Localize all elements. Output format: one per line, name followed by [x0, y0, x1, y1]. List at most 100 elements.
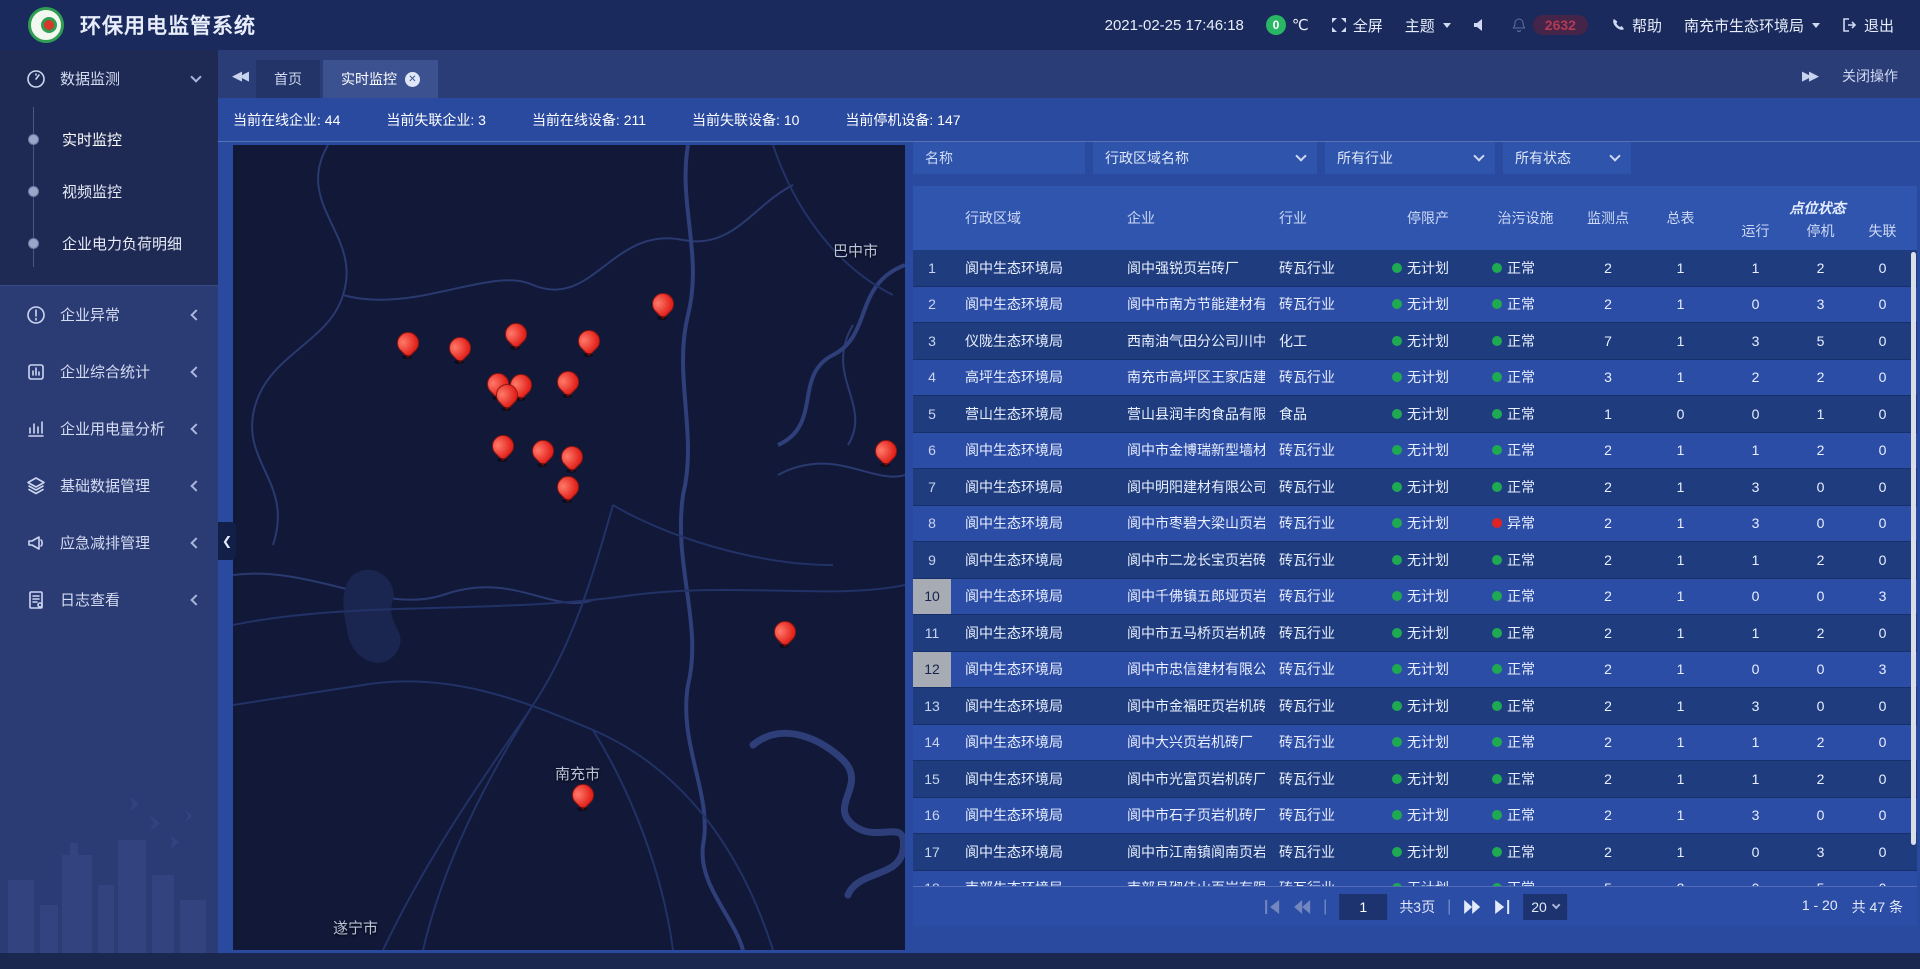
- sidebar-collapse-handle[interactable]: ❮: [218, 522, 236, 560]
- cell: 3: [1793, 834, 1848, 870]
- status-dot-icon: [1392, 263, 1402, 273]
- map-marker-pin[interactable]: [556, 475, 578, 505]
- status-label: 正常: [1507, 550, 1535, 570]
- sidebar-item-3[interactable]: 企业用电量分析: [0, 400, 218, 457]
- table-row[interactable]: 17阆中生态环境局阆中市江南镇阆南页岩砖瓦行业无计划正常21030: [913, 834, 1917, 871]
- cell: 砖瓦行业: [1265, 652, 1378, 688]
- first-page-button[interactable]: [1263, 899, 1281, 915]
- cell: 1: [1573, 396, 1643, 432]
- next-page-button[interactable]: [1463, 899, 1481, 915]
- map-panel[interactable]: 巴中市南充市遂宁市: [233, 145, 905, 950]
- map-marker-pin[interactable]: [495, 383, 517, 413]
- table-rows: 1阆中生态环境局阆中强锐页岩砖厂砖瓦行业无计划正常211202阆中生态环境局阆中…: [913, 250, 1917, 886]
- map-marker-pin[interactable]: [651, 292, 673, 322]
- table-row[interactable]: 5营山生态环境局营山县润丰肉食品有限食品无计划正常10010: [913, 396, 1917, 433]
- cell: 阆中生态环境局: [951, 250, 1113, 286]
- cell: 阆中生态环境局: [951, 287, 1113, 323]
- sidebar-subitem-0[interactable]: 实时监控: [0, 113, 218, 165]
- logout-button[interactable]: 退出: [1842, 15, 1894, 36]
- status-dot-icon: [1392, 555, 1402, 565]
- stop-status: 无计划: [1378, 615, 1478, 651]
- region-filter-select[interactable]: 行政区域名称: [1093, 142, 1317, 174]
- map-marker-pin[interactable]: [773, 620, 795, 650]
- cell: 砖瓦行业: [1265, 725, 1378, 761]
- cell: 2: [1573, 433, 1643, 469]
- map-marker-pin[interactable]: [571, 783, 593, 813]
- cell: 3: [1718, 798, 1793, 834]
- table-row[interactable]: 11阆中生态环境局阆中市五马桥页岩机砖砖瓦行业无计划正常21120: [913, 615, 1917, 652]
- table-row[interactable]: 1阆中生态环境局阆中强锐页岩砖厂砖瓦行业无计划正常21120: [913, 250, 1917, 287]
- status-filter-select[interactable]: 所有状态: [1503, 142, 1631, 174]
- cell: 2: [1573, 542, 1643, 578]
- table-row[interactable]: 13阆中生态环境局阆中市金福旺页岩机砖砖瓦行业无计划正常21300: [913, 688, 1917, 725]
- cell: 0: [1793, 652, 1848, 688]
- cell: 3: [1718, 506, 1793, 542]
- cell: 1: [1643, 360, 1718, 396]
- cell: 1: [1643, 761, 1718, 797]
- table-row[interactable]: 15阆中生态环境局阆中市光富页岩机砖厂砖瓦行业无计划正常21120: [913, 761, 1917, 798]
- status-label: 正常: [1507, 586, 1535, 606]
- tab-close-icon[interactable]: ✕: [405, 72, 420, 87]
- prev-page-button[interactable]: [1293, 899, 1311, 915]
- cell: 2: [1793, 433, 1848, 469]
- tab-scroll-right-icon[interactable]: ▶▶: [1802, 68, 1816, 84]
- table-row[interactable]: 2阆中生态环境局阆中市南方节能建材有砖瓦行业无计划正常21030: [913, 287, 1917, 324]
- page-number-input[interactable]: 1: [1339, 894, 1387, 920]
- map-marker-pin[interactable]: [491, 434, 513, 464]
- status-label: 无计划: [1407, 696, 1449, 716]
- industry-filter-select[interactable]: 所有行业: [1325, 142, 1495, 174]
- cell: 1: [1643, 506, 1718, 542]
- table-row[interactable]: 4高坪生态环境局南充市高坪区王家店建砖瓦行业无计划正常31220: [913, 360, 1917, 397]
- map-marker-pin[interactable]: [531, 439, 553, 469]
- sidebar-item-1[interactable]: 企业异常: [0, 286, 218, 343]
- table-row[interactable]: 14阆中生态环境局阆中大兴页岩机砖厂砖瓦行业无计划正常21120: [913, 725, 1917, 762]
- sidebar-item-6[interactable]: 日志查看: [0, 571, 218, 628]
- tab-首页[interactable]: 首页: [256, 60, 320, 98]
- status-dot-icon: [1392, 847, 1402, 857]
- map-marker-pin[interactable]: [577, 329, 599, 359]
- table-row[interactable]: 16阆中生态环境局阆中市石子页岩机砖厂砖瓦行业无计划正常21300: [913, 798, 1917, 835]
- table-row[interactable]: 8阆中生态环境局阆中市枣碧大梁山页岩砖瓦行业无计划异常21300: [913, 506, 1917, 543]
- map-marker-pin[interactable]: [556, 370, 578, 400]
- table-row[interactable]: 12阆中生态环境局阆中市忠信建材有限公砖瓦行业无计划正常21003: [913, 652, 1917, 689]
- fullscreen-button[interactable]: 全屏: [1331, 15, 1383, 36]
- name-input[interactable]: [925, 150, 1073, 166]
- table-row[interactable]: 7阆中生态环境局阆中明阳建材有限公司砖瓦行业无计划正常21300: [913, 469, 1917, 506]
- map-marker-pin[interactable]: [560, 445, 582, 475]
- sidebar-item-label: 企业异常: [60, 304, 192, 325]
- tab-scroll-left-icon[interactable]: ◀◀: [218, 68, 256, 98]
- cell: 0: [1848, 688, 1917, 724]
- submenu-dot-icon: [28, 238, 39, 249]
- table-row[interactable]: 18南部生态环境局南部县砌佳山页岩有限公砖瓦行业无计划正常52050: [913, 871, 1917, 887]
- close-operations-button[interactable]: 关闭操作: [1842, 66, 1898, 86]
- help-button[interactable]: 帮助: [1610, 15, 1662, 36]
- chevron-down-icon: [1812, 23, 1820, 28]
- sidebar-subitem-1[interactable]: 视频监控: [0, 165, 218, 217]
- table-row[interactable]: 6阆中生态环境局阆中市金博瑞新型墙材砖瓦行业无计划正常21120: [913, 433, 1917, 470]
- cell: 阆中市南方节能建材有: [1113, 287, 1265, 323]
- sidebar-item-4[interactable]: 基础数据管理: [0, 457, 218, 514]
- theme-menu[interactable]: 主题: [1405, 15, 1451, 36]
- table-row[interactable]: 9阆中生态环境局阆中市二龙长宝页岩砖砖瓦行业无计划正常21120: [913, 542, 1917, 579]
- tab-实时监控[interactable]: 实时监控✕: [323, 60, 438, 98]
- map-marker-pin[interactable]: [504, 322, 526, 352]
- sidebar-item-5[interactable]: 应急减排管理: [0, 514, 218, 571]
- name-filter-input[interactable]: [913, 142, 1085, 174]
- notifications[interactable]: 2632: [1511, 15, 1588, 35]
- map-marker-pin[interactable]: [396, 331, 418, 361]
- table-row[interactable]: 10阆中生态环境局阆中千佛镇五郎垭页岩砖瓦行业无计划正常21003: [913, 579, 1917, 616]
- sidebar-item-0[interactable]: 数据监测: [0, 50, 218, 107]
- last-page-button[interactable]: [1493, 899, 1511, 915]
- table-scrollbar[interactable]: [1911, 252, 1916, 845]
- phone-icon: [1610, 17, 1626, 33]
- page-size-select[interactable]: 20: [1523, 894, 1567, 920]
- org-menu[interactable]: 南充市生态环境局: [1684, 15, 1820, 36]
- sidebar-subitem-2[interactable]: 企业电力负荷明细: [0, 217, 218, 269]
- map-marker-pin[interactable]: [874, 439, 896, 469]
- cell: 西南油气田分公司川中: [1113, 323, 1265, 359]
- map-marker-pin[interactable]: [448, 336, 470, 366]
- sound-toggle[interactable]: [1473, 17, 1489, 33]
- cell: 14: [913, 725, 951, 761]
- table-row[interactable]: 3仪陇生态环境局西南油气田分公司川中化工无计划正常71350: [913, 323, 1917, 360]
- sidebar-item-2[interactable]: 企业综合统计: [0, 343, 218, 400]
